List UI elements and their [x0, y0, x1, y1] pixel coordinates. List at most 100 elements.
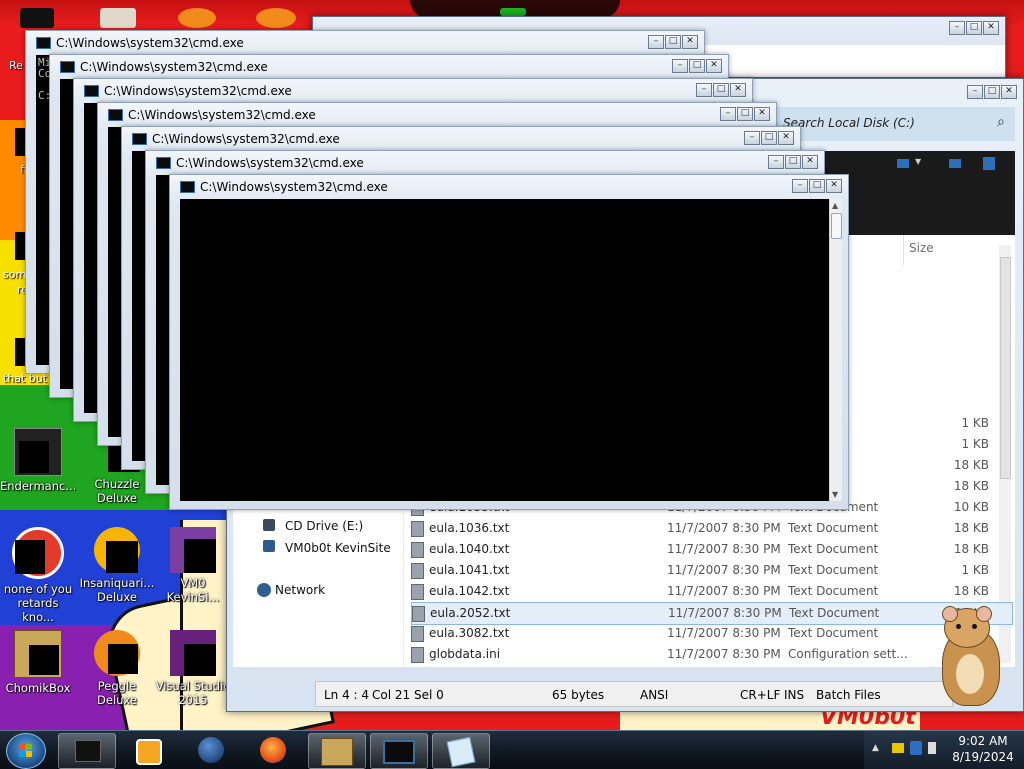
- chevron-down-icon[interactable]: ▼: [915, 157, 921, 166]
- desktop-icon-chomikbox[interactable]: ChomikBox: [0, 630, 76, 695]
- notepad-icon: [446, 736, 476, 768]
- size-column-header[interactable]: Size: [909, 241, 934, 255]
- minimize-button[interactable]: –: [672, 59, 688, 73]
- nav-item-vm0b0t-kevinsite[interactable]: VM0b0t KevinSite: [285, 541, 391, 555]
- close-button[interactable]: ✕: [826, 179, 842, 193]
- desktop-icon-label: Insaniquari... Deluxe: [79, 576, 155, 604]
- file-name: eula.1036.txt: [429, 521, 510, 535]
- text-file-icon: [411, 647, 424, 663]
- file-date: 11/7/2007 8:30 PM: [667, 542, 781, 556]
- cmd-icon: [156, 157, 171, 169]
- maximize-button[interactable]: □: [689, 59, 705, 73]
- taskbar-notepad-button[interactable]: [432, 733, 490, 769]
- desktop-icon-label: VM0 KevinSi...: [166, 576, 220, 604]
- maximize-button[interactable]: □: [737, 107, 753, 121]
- hamster-mascot[interactable]: [930, 606, 1010, 708]
- toolbar: ▼: [823, 151, 1015, 235]
- taskbar-terminal-button[interactable]: [58, 733, 116, 769]
- cmd-window-title: C:\Windows\system32\cmd.exe: [80, 60, 268, 74]
- minimize-button[interactable]: –: [648, 35, 664, 49]
- minimize-button[interactable]: –: [744, 131, 760, 145]
- minimize-button[interactable]: –: [967, 85, 983, 99]
- hidden-desktop-icon[interactable]: [20, 8, 54, 28]
- taskbar-cmd-button[interactable]: [370, 733, 428, 769]
- maximize-button[interactable]: □: [809, 179, 825, 193]
- minimize-button[interactable]: –: [768, 155, 784, 169]
- console-output[interactable]: [180, 199, 830, 501]
- vertical-scrollbar[interactable]: ▲▼: [829, 199, 842, 501]
- maximize-button[interactable]: □: [984, 85, 1000, 99]
- file-row[interactable]: eula.1040.txt 11/7/2007 8:30 PM Text Docum…: [411, 539, 1011, 560]
- chomikbox-icon: [14, 630, 62, 678]
- file-date: 11/7/2007 8:30 PM: [667, 647, 781, 661]
- scroll-up-icon[interactable]: ▲: [832, 201, 838, 210]
- desktop-icon-peggle-deluxe[interactable]: Peggle Deluxe: [79, 630, 155, 707]
- close-button[interactable]: ✕: [983, 21, 999, 35]
- desktop-icon-insaniquarium[interactable]: Insaniquari... Deluxe: [79, 527, 155, 604]
- maximize-button[interactable]: □: [665, 35, 681, 49]
- cmd-window[interactable]: C:\Windows\system32\cmd.exe–□✕▲▼: [169, 174, 849, 510]
- globe-icon: [198, 737, 224, 763]
- close-button[interactable]: ✕: [778, 131, 794, 145]
- hidden-desktop-icon[interactable]: [100, 8, 136, 28]
- search-box[interactable]: Search Local Disk (C:) ⌕: [773, 107, 1015, 141]
- file-type: Configuration sett...: [788, 647, 908, 661]
- maximize-button[interactable]: □: [713, 83, 729, 97]
- start-button[interactable]: [6, 733, 46, 769]
- show-hidden-icons-icon[interactable]: ▲: [872, 743, 879, 753]
- help-icon[interactable]: [983, 157, 995, 170]
- clock-date: 8/19/2024: [952, 750, 1014, 764]
- status-line-endings: CR+LF: [740, 688, 781, 702]
- file-row[interactable]: eula.2052.txt 11/7/2007 8:30 PM Text Docum…: [411, 602, 1013, 625]
- close-button[interactable]: ✕: [1001, 85, 1017, 99]
- text-file-icon: [411, 626, 424, 642]
- taskbar-firefox-button[interactable]: [246, 733, 302, 767]
- file-name: eula.3082.txt: [429, 626, 510, 640]
- minimize-button[interactable]: –: [696, 83, 712, 97]
- network-tray-icon[interactable]: [910, 741, 922, 755]
- file-row[interactable]: globdata.ini 11/7/2007 8:30 PM Configurati…: [411, 644, 1011, 665]
- file-type: Text Document: [789, 606, 880, 620]
- preview-pane-icon[interactable]: [949, 159, 961, 168]
- maximize-button[interactable]: □: [785, 155, 801, 169]
- close-button[interactable]: ✕: [706, 59, 722, 73]
- search-placeholder: Search Local Disk (C:): [783, 116, 915, 130]
- nav-item-network[interactable]: Network: [275, 583, 325, 597]
- desktop-icon-visual-studio[interactable]: Visual Studio 2015: [155, 630, 231, 707]
- volume-icon[interactable]: [928, 742, 936, 754]
- view-icon[interactable]: [897, 159, 909, 168]
- close-button[interactable]: ✕: [730, 83, 746, 97]
- cmd-window-title: C:\Windows\system32\cmd.exe: [56, 36, 244, 50]
- hidden-desktop-icon[interactable]: [178, 8, 216, 28]
- scrollbar-thumb[interactable]: [831, 213, 842, 239]
- close-button[interactable]: ✕: [754, 107, 770, 121]
- taskbar-globe-button[interactable]: [184, 733, 240, 767]
- desktop-icon-endermanch[interactable]: Endermanc...: [0, 428, 76, 493]
- close-button[interactable]: ✕: [682, 35, 698, 49]
- file-row[interactable]: eula.1036.txt 11/7/2007 8:30 PM Text Docum…: [411, 518, 1011, 539]
- file-row[interactable]: eula.1041.txt 11/7/2007 8:30 PM Text Docum…: [411, 560, 1011, 581]
- search-icon[interactable]: ⌕: [997, 114, 1005, 130]
- maximize-button[interactable]: □: [966, 21, 982, 35]
- scroll-down-icon[interactable]: ▼: [832, 490, 838, 499]
- minimize-button[interactable]: –: [792, 179, 808, 193]
- flag-icon[interactable]: [892, 743, 904, 753]
- file-size: 18 KB: [953, 458, 989, 472]
- file-size: 10 KB: [953, 500, 989, 514]
- close-button[interactable]: ✕: [802, 155, 818, 169]
- file-row[interactable]: eula.1042.txt 11/7/2007 8:30 PM Text Docum…: [411, 581, 1011, 602]
- desktop-icon-none-of-you[interactable]: none of you retards kno...: [0, 527, 76, 624]
- minimize-button[interactable]: –: [720, 107, 736, 121]
- taskbar-chomikbox-button[interactable]: [308, 733, 366, 769]
- file-row[interactable]: eula.3082.txt 11/7/2007 8:30 PM Text Docum…: [411, 623, 1011, 644]
- chomikbox-icon: [321, 738, 353, 766]
- clock[interactable]: 9:02 AM 8/19/2024: [944, 733, 1022, 765]
- minimize-button[interactable]: –: [949, 21, 965, 35]
- taskbar-media-player-button[interactable]: [120, 733, 176, 767]
- cmd-window-title: C:\Windows\system32\cmd.exe: [176, 156, 364, 170]
- hidden-desktop-icon[interactable]: [256, 8, 296, 28]
- maximize-button[interactable]: □: [761, 131, 777, 145]
- cmd-icon: [383, 740, 415, 764]
- desktop-icon-vm0-kevinsite[interactable]: VM0 KevinSi...: [155, 527, 231, 604]
- nav-item-cd-drive[interactable]: CD Drive (E:): [285, 519, 363, 533]
